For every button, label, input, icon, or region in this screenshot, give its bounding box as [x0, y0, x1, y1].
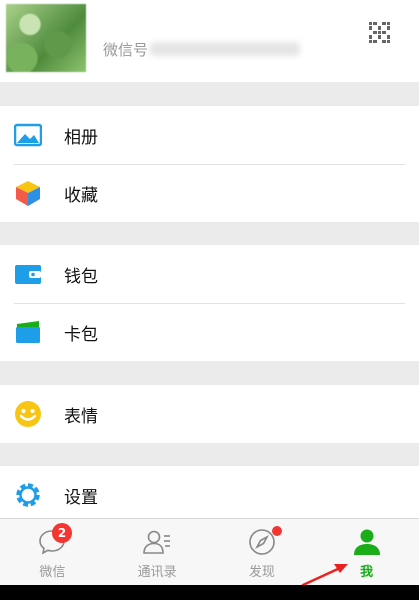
tab-discover[interactable]: 发现: [210, 519, 315, 585]
tab-contacts[interactable]: 通讯录: [105, 519, 210, 585]
cube-icon: [14, 179, 42, 207]
menu-label-settings: 设置: [64, 487, 98, 508]
menu-item-favorites[interactable]: 收藏: [0, 164, 419, 222]
menu-label-favorites: 收藏: [64, 185, 98, 206]
wallet-icon: [14, 260, 42, 288]
album-icon: [13, 121, 43, 149]
profile-id-label: 微信号: [103, 40, 149, 59]
menu-label-wallet: 钱包: [64, 266, 98, 287]
smiley-icon: [14, 400, 42, 428]
card-package-icon: [14, 318, 42, 346]
bottom-tab-bar: 2 微信 通讯录 发现 我: [0, 518, 419, 585]
annotation-arrow-icon: [301, 564, 348, 587]
menu-item-album[interactable]: 相册: [0, 106, 419, 164]
profile-id-value-blurred: [150, 42, 301, 56]
menu-group-3: 表情: [0, 385, 419, 443]
system-nav-bar: [0, 585, 419, 600]
qr-code-icon[interactable]: [369, 22, 390, 43]
tab-chats[interactable]: 2 微信: [0, 519, 105, 585]
new-moments-dot: [271, 526, 282, 536]
tab-label-discover: 发现: [248, 565, 275, 580]
gear-icon: [14, 481, 42, 509]
tab-label-contacts: 通讯录: [137, 565, 177, 580]
menu-item-wallet[interactable]: 钱包: [0, 245, 419, 303]
profile-id-row: 微信号: [103, 40, 301, 59]
unread-badge: 2: [52, 523, 72, 543]
menu-group-1: 相册 收藏: [0, 106, 419, 222]
menu-label-cards: 卡包: [64, 324, 98, 345]
menu-item-cards[interactable]: 卡包: [0, 303, 419, 361]
menu-item-stickers[interactable]: 表情: [0, 385, 419, 443]
menu-group-4: 设置: [0, 466, 419, 524]
wechat-me-screen: 微信号 相册 收藏 钱包 卡包 表情 设置 2 微信 通讯录 发现 我: [0, 0, 419, 600]
avatar[interactable]: [6, 4, 86, 72]
contacts-icon: [142, 527, 172, 557]
profile-name: [103, 10, 163, 32]
menu-label-album: 相册: [64, 127, 98, 148]
menu-item-settings[interactable]: 设置: [0, 466, 419, 524]
tab-label-chats: 微信: [39, 565, 66, 580]
menu-label-stickers: 表情: [64, 406, 98, 427]
profile-header[interactable]: 微信号: [0, 0, 419, 82]
menu-group-2: 钱包 卡包: [0, 245, 419, 361]
tab-label-me: 我: [360, 565, 374, 580]
person-icon: [352, 527, 382, 557]
